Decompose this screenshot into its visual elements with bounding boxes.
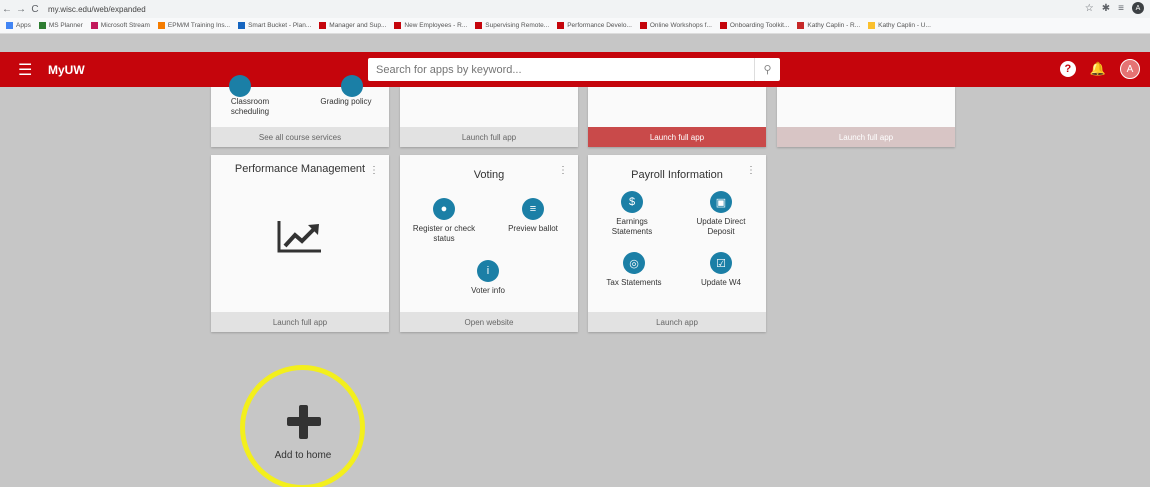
launch-full-app-button[interactable]: Launch full app bbox=[400, 127, 578, 147]
extensions-icon[interactable]: ✱ bbox=[1102, 3, 1110, 14]
see-all-course-services-link[interactable]: See all course services bbox=[211, 127, 389, 147]
tax-statements-action[interactable]: ◎ Tax Statements bbox=[602, 252, 666, 288]
launch-full-app-button[interactable]: Launch full app bbox=[777, 127, 955, 147]
brand-logo[interactable]: MyUW bbox=[48, 63, 85, 77]
help-icon[interactable]: ? bbox=[1059, 61, 1076, 77]
app-card: Launch full app bbox=[588, 87, 766, 147]
course-services-card: Classroom scheduling Grading policy See … bbox=[211, 75, 389, 147]
bookmark-item[interactable]: Kathy Caplin - R... bbox=[797, 22, 860, 29]
card-menu-icon[interactable]: ⋮ bbox=[369, 165, 379, 176]
bookmark-item[interactable]: EPM/M Training Ins... bbox=[157, 22, 230, 29]
card-title: Performance Management bbox=[234, 163, 366, 175]
person-icon: ● bbox=[433, 198, 455, 220]
bank-card-icon: ▣ bbox=[710, 191, 732, 213]
launch-app-button[interactable]: Launch app bbox=[588, 312, 766, 332]
classroom-scheduling-action[interactable]: Classroom scheduling bbox=[225, 93, 275, 117]
trending-up-icon bbox=[277, 221, 321, 253]
notifications-bell-icon[interactable]: 🔔 bbox=[1090, 61, 1106, 77]
bookmark-item[interactable]: Onboarding Toolkit... bbox=[719, 22, 789, 29]
search-box: ⚲ bbox=[368, 58, 780, 81]
preview-ballot-action[interactable]: ≡ Preview ballot bbox=[500, 198, 566, 234]
card-title: Voting bbox=[473, 169, 505, 181]
address-bar[interactable]: my.wisc.edu/web/expanded bbox=[48, 5, 146, 14]
voting-card: Voting ⋮ ● Register or check status ≡ Pr… bbox=[400, 155, 578, 332]
bookmark-item[interactable]: Kathy Caplin - U... bbox=[868, 22, 931, 29]
bookmark-item[interactable]: Microsoft Stream bbox=[90, 22, 150, 29]
launch-full-app-button[interactable]: Launch full app bbox=[211, 312, 389, 332]
browser-toolbar: ← → C my.wisc.edu/web/expanded ☆ ✱ ≡ A bbox=[0, 0, 1150, 18]
card-menu-icon[interactable]: ⋮ bbox=[746, 165, 756, 176]
payroll-card: Payroll Information ⋮ $ Earnings Stateme… bbox=[588, 155, 766, 332]
plus-icon[interactable] bbox=[287, 405, 321, 439]
update-direct-deposit-action[interactable]: ▣ Update Direct Deposit bbox=[688, 191, 754, 237]
reload-icon[interactable]: C bbox=[28, 4, 42, 15]
bookmark-item[interactable]: New Employees - R... bbox=[394, 22, 467, 29]
list-icon: ≡ bbox=[522, 198, 544, 220]
app-card: Launch full app bbox=[400, 87, 578, 147]
star-icon[interactable]: ☆ bbox=[1085, 3, 1094, 14]
add-to-home-label[interactable]: Add to home bbox=[258, 450, 348, 461]
voter-info-action[interactable]: i Voter info bbox=[456, 260, 520, 296]
open-website-button[interactable]: Open website bbox=[400, 312, 578, 332]
bookmark-item[interactable]: Supervising Remote... bbox=[475, 22, 549, 29]
app-header: ☰ MyUW ⚲ ? 🔔 A bbox=[0, 52, 1150, 87]
tax-icon: ◎ bbox=[623, 252, 645, 274]
forward-icon[interactable]: → bbox=[14, 4, 28, 15]
dollar-icon: $ bbox=[621, 191, 643, 213]
app-card: Launch full app bbox=[777, 87, 955, 147]
info-icon: i bbox=[477, 260, 499, 282]
search-input[interactable] bbox=[368, 63, 754, 76]
performance-management-card: Performance Management ⋮ Launch full app bbox=[211, 155, 389, 332]
avatar[interactable]: A bbox=[1120, 59, 1140, 79]
bookmark-item[interactable]: Smart Bucket - Plan... bbox=[238, 22, 311, 29]
bookmark-item[interactable]: MS Planner bbox=[38, 22, 83, 29]
bookmark-item[interactable]: Online Workshops f... bbox=[639, 22, 712, 29]
browser-profile-icon[interactable]: A bbox=[1132, 2, 1144, 14]
bookmark-item[interactable]: Manager and Sup... bbox=[319, 22, 386, 29]
grading-policy-action[interactable]: Grading policy bbox=[316, 93, 376, 107]
card-title: Payroll Information bbox=[631, 169, 723, 181]
bookmarks-bar: Apps MS Planner Microsoft Stream EPM/M T… bbox=[0, 18, 1150, 34]
menu-icon[interactable]: ☰ bbox=[18, 60, 38, 80]
earnings-statements-action[interactable]: $ Earnings Statements bbox=[602, 191, 662, 237]
media-icon[interactable]: ≡ bbox=[1118, 3, 1124, 14]
back-icon[interactable]: ← bbox=[0, 4, 14, 15]
register-action[interactable]: ● Register or check status bbox=[412, 198, 476, 244]
card-menu-icon[interactable]: ⋮ bbox=[558, 165, 568, 176]
update-w4-action[interactable]: ☑ Update W4 bbox=[688, 252, 754, 288]
launch-full-app-button[interactable]: Launch full app bbox=[588, 127, 766, 147]
bookmark-item[interactable]: Performance Develo... bbox=[557, 22, 632, 29]
search-icon[interactable]: ⚲ bbox=[754, 58, 780, 81]
bookmark-item[interactable]: Apps bbox=[6, 22, 31, 29]
checkbox-icon: ☑ bbox=[710, 252, 732, 274]
